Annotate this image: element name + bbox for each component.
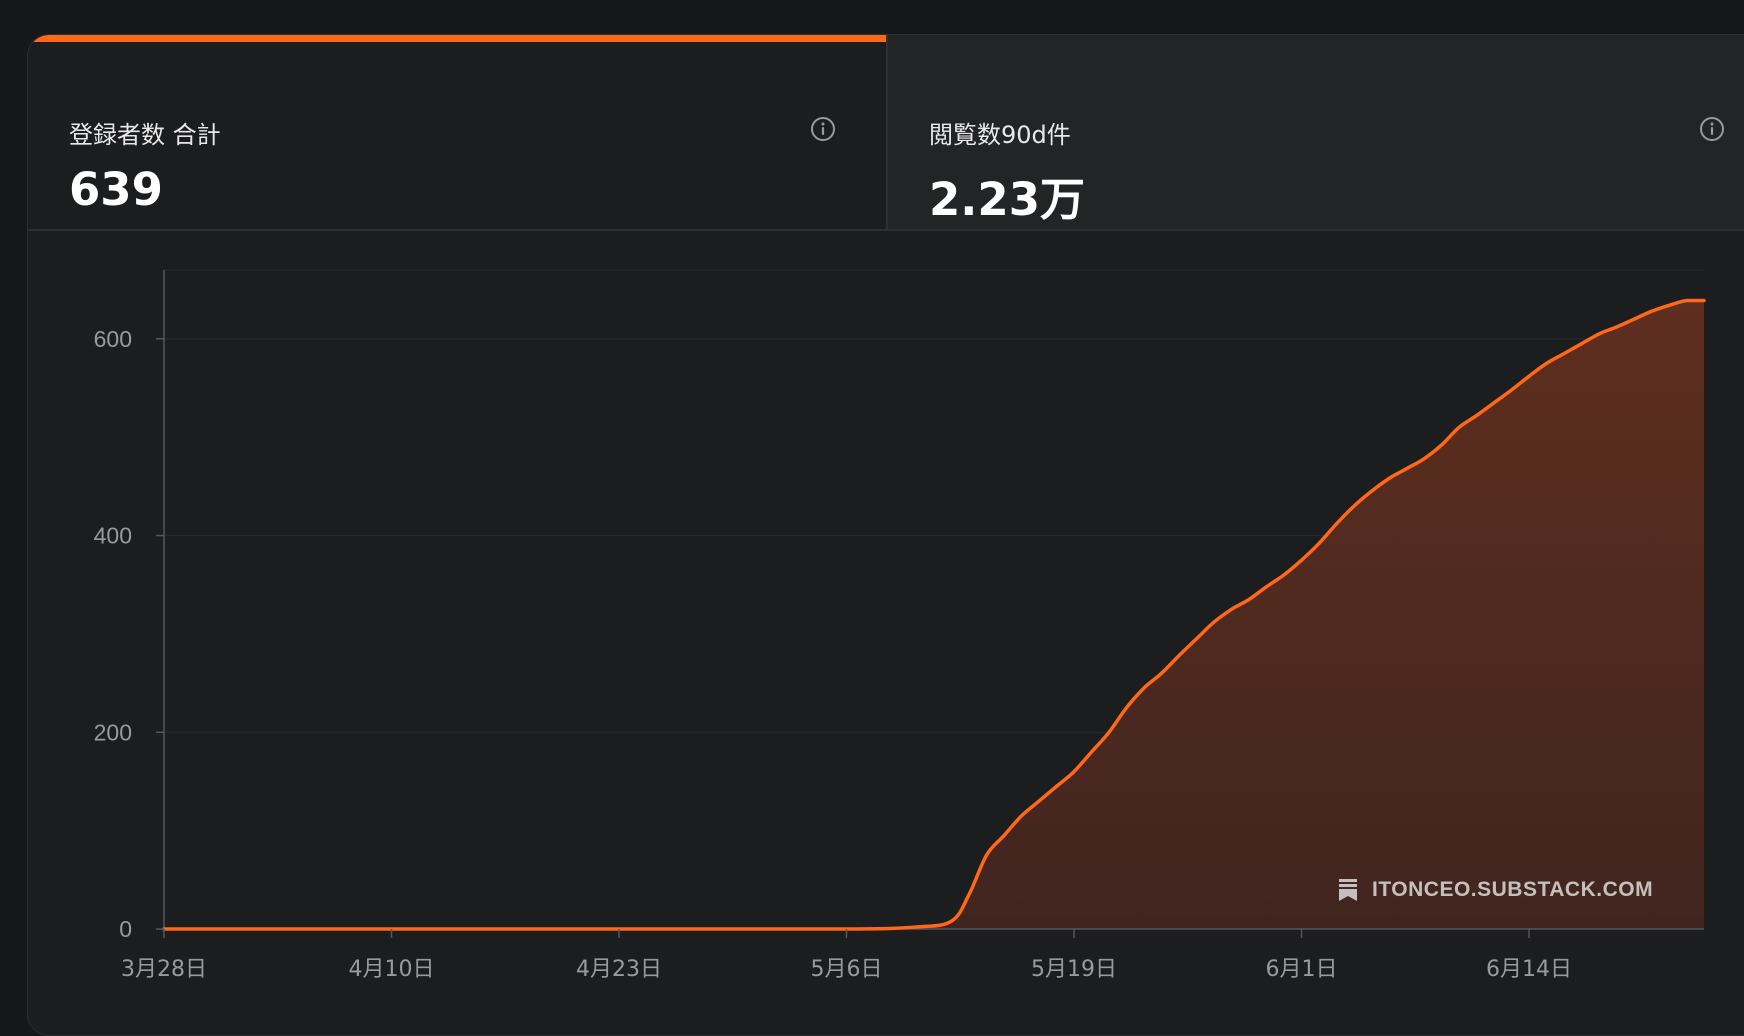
x-tick-label: 4月10日 [349, 957, 435, 982]
x-tick-label: 5月6日 [811, 957, 883, 982]
area-fill [164, 300, 1704, 929]
y-tick-label: 600 [94, 326, 132, 352]
y-tick-label: 200 [94, 719, 132, 745]
x-tick-label: 4月23日 [576, 957, 662, 982]
x-tick-label: 3月28日 [121, 957, 207, 982]
bookmark-icon [1339, 879, 1357, 901]
y-tick-label: 400 [94, 523, 132, 549]
watermark: ITONCEO.SUBSTACK.COM [1338, 877, 1653, 903]
x-tick-labels: 3月28日 4月10日 4月23日 5月6日 5月19日 6月1日 6月14日 [121, 929, 1572, 982]
y-tick-label: 0 [119, 916, 132, 942]
x-tick-label: 6月14日 [1486, 957, 1572, 982]
x-tick-label: 6月1日 [1266, 957, 1338, 982]
subscribers-area-chart: 0 200 400 600 3月28日 4月10日 4月23日 5月6日 5月19日 6月1日 6… [94, 269, 1706, 982]
watermark-text: ITONCEO.SUBSTACK.COM [1372, 878, 1654, 901]
x-tick-label: 5月19日 [1031, 957, 1117, 982]
y-tick-labels: 0 200 400 600 [94, 326, 164, 942]
